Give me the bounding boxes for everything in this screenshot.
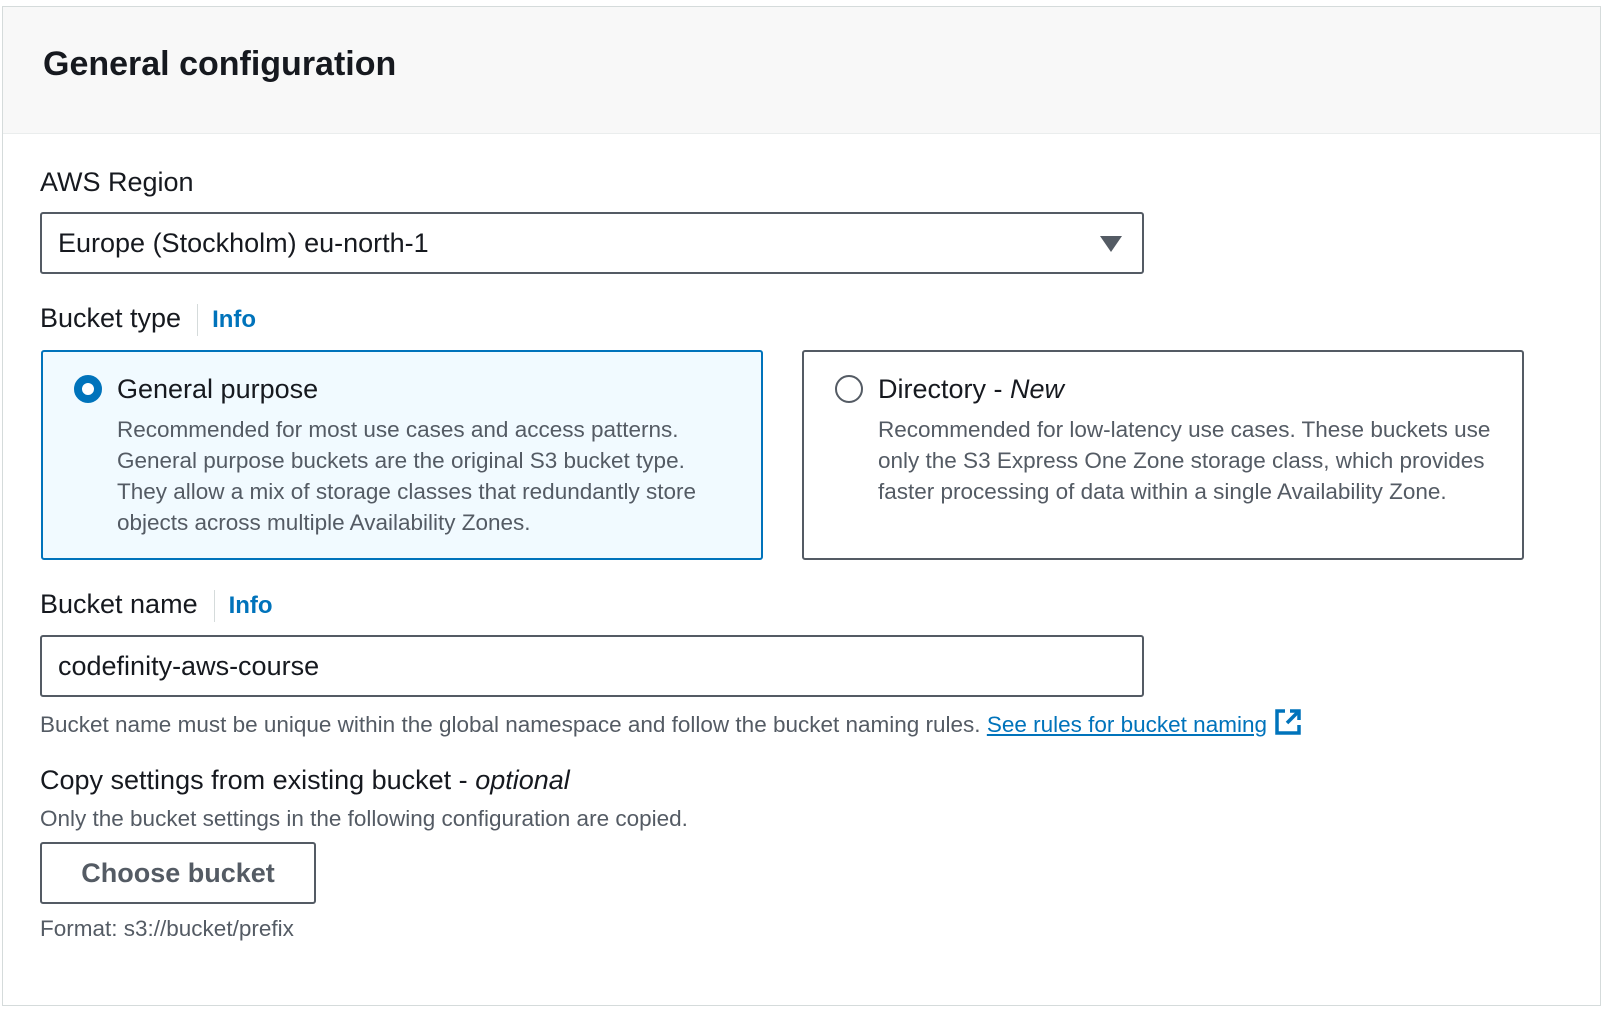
bucket-type-option-general-purpose[interactable]: General purpose Recommended for most use… — [41, 350, 763, 560]
bucket-name-label-text: Bucket name — [40, 589, 198, 619]
bucket-type-option-directory[interactable]: Directory - New Recommended for low-late… — [802, 350, 1524, 560]
copy-settings-label-text: Copy settings from existing bucket - — [40, 765, 476, 795]
bucket-type-info-link[interactable]: Info — [212, 306, 256, 333]
option-title-text: Directory - — [878, 374, 1011, 404]
directory-radio[interactable] — [835, 375, 863, 403]
region-select[interactable]: Europe (Stockholm) eu-north-1 — [40, 212, 1144, 274]
option-title-text: General purpose — [117, 374, 319, 404]
region-label: AWS Region — [40, 167, 194, 197]
option-description: Recommended for most use cases and acces… — [117, 417, 697, 535]
optional-suffix: optional — [475, 765, 570, 795]
panel-header: General configuration — [3, 7, 1600, 134]
copy-settings-description: Only the bucket settings in the followin… — [40, 806, 688, 831]
panel-title: General configuration — [43, 45, 397, 83]
bucket-naming-rules-link-text: See rules for bucket naming — [986, 712, 1267, 737]
general-purpose-radio[interactable] — [74, 375, 102, 403]
copy-settings-label: Copy settings from existing bucket - opt… — [40, 765, 570, 796]
option-title: Directory - New — [878, 374, 1064, 405]
caret-down-icon — [1100, 236, 1122, 252]
bucket-name-input[interactable] — [40, 635, 1144, 697]
region-select-value: Europe (Stockholm) eu-north-1 — [58, 228, 429, 258]
bucket-type-label: Bucket type Info — [40, 303, 256, 336]
label-divider — [197, 303, 199, 336]
option-title: General purpose — [117, 374, 318, 405]
bucket-naming-rules-link[interactable]: See rules for bucket naming — [987, 712, 1267, 737]
label-divider — [213, 589, 215, 622]
bucket-name-label: Bucket name Info — [40, 589, 273, 622]
new-badge: New — [1010, 374, 1065, 404]
bucket-name-info-link[interactable]: Info — [229, 592, 273, 619]
bucket-name-hint: Bucket name must be unique within the gl… — [40, 707, 1303, 743]
option-description: Recommended for low-latency use cases. T… — [878, 417, 1491, 504]
bucket-name-hint-text: Bucket name must be unique within the gl… — [40, 712, 981, 737]
bucket-type-label-text: Bucket type — [40, 303, 182, 333]
format-hint: Format: s3://bucket/prefix — [40, 916, 294, 941]
external-link-icon[interactable] — [1273, 707, 1303, 743]
choose-bucket-button[interactable]: Choose bucket — [40, 842, 316, 904]
